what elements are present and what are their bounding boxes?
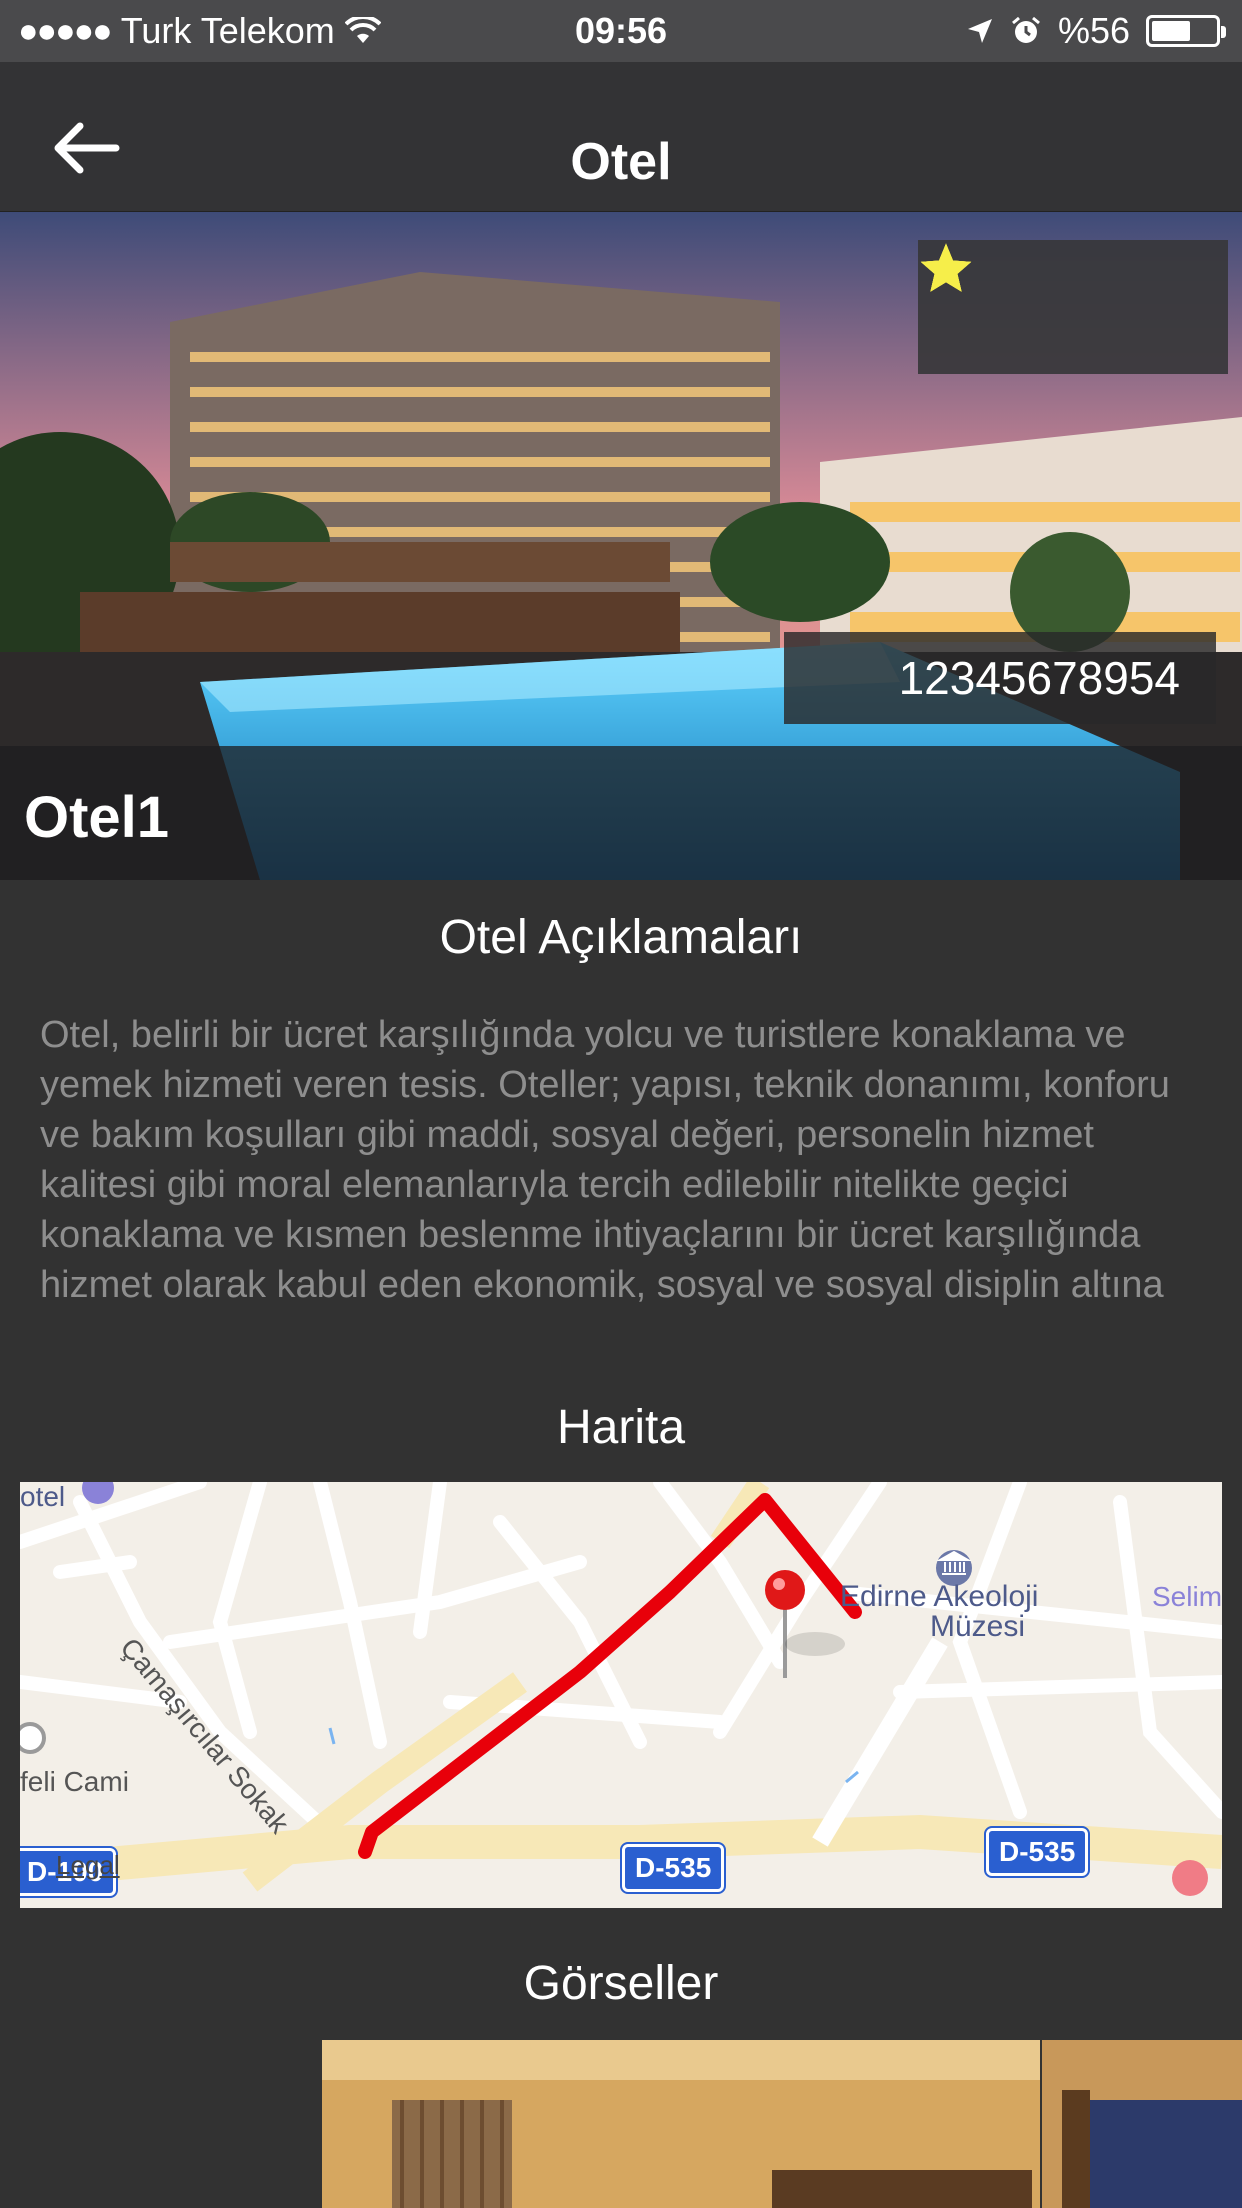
hotel-name: Otel1 [24, 785, 170, 850]
map-label-selim: Selim [1152, 1581, 1222, 1612]
status-right: %56 [966, 10, 1226, 52]
image-gallery[interactable] [322, 2040, 1242, 2208]
star-rating [918, 240, 1228, 374]
description-title: Otel Açıklamaları [439, 911, 803, 964]
map-label-otel: otel [20, 1482, 66, 1512]
star-icon [920, 243, 972, 292]
road-shield: D-535 [619, 1842, 727, 1894]
battery-icon [1146, 15, 1226, 47]
map-label-museum-line1: Edirne Akeoloji [840, 1580, 1039, 1613]
hotel-phone[interactable]: 12345678954 [784, 632, 1216, 724]
map-label-cami: feli Cami [20, 1766, 129, 1797]
page-title: Otel [570, 133, 672, 191]
location-arrow-icon [967, 19, 992, 43]
status-bar: ●●●●● Turk Telekom 09:56 %56 [0, 0, 1242, 62]
map-legal-link[interactable]: Legal [56, 1850, 120, 1881]
navigation-bar: Otel [0, 62, 1242, 212]
gallery-image[interactable] [322, 2040, 1040, 2208]
map-title: Harita [556, 1401, 686, 1454]
map-label-museum-line2: Müzesi [930, 1610, 1026, 1643]
hotel-description: Otel, belirli bir ücret karşılığında yol… [40, 1014, 1170, 1306]
hotel-hero: 12345678954 Otel1 [0, 212, 1242, 880]
hotel-name-bar: Otel1 [0, 746, 1242, 880]
battery-percent: %56 [1057, 10, 1130, 51]
alarm-icon [1011, 16, 1040, 43]
gallery-image[interactable] [1042, 2040, 1242, 2208]
gallery-title: Görseller [523, 1957, 719, 2010]
map-view[interactable]: otel Çamaşırcılar Sokak Edirne Akeoloji … [20, 1482, 1222, 1908]
road-shield: D-535 [983, 1826, 1091, 1878]
map-label-museum: Edirne Akeoloji Müzesi [840, 1582, 1038, 1642]
